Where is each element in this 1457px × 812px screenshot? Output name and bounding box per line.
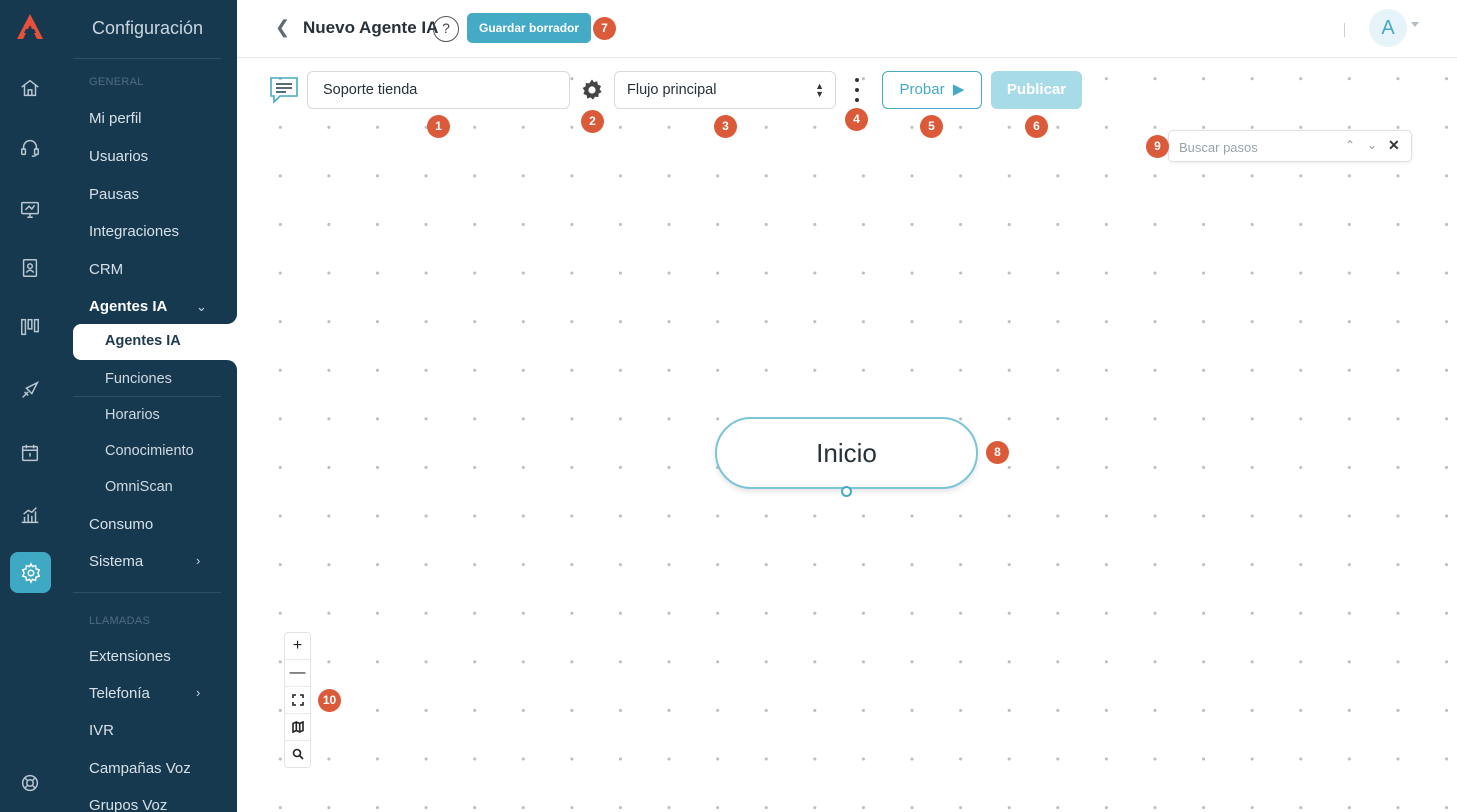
menu-item-telefonia[interactable]: Telefonía: [89, 685, 150, 702]
chevron-up-icon[interactable]: ⌃: [1345, 138, 1355, 152]
submenu-item-horarios[interactable]: Horarios: [105, 407, 160, 423]
contacts-icon[interactable]: [15, 253, 45, 283]
settings-menu: Configuración GENERAL Mi perfil Usuarios…: [60, 0, 237, 812]
campaign-icon[interactable]: [15, 375, 45, 405]
menu-item-campanas-voz[interactable]: Campañas Voz: [89, 760, 191, 777]
menu-divider: [73, 58, 221, 59]
help-icon[interactable]: ?: [433, 16, 459, 42]
section-llamadas: LLAMADAS: [89, 615, 151, 627]
step-badge-9: 9: [1146, 135, 1169, 158]
chevron-right-icon[interactable]: ›: [196, 685, 200, 700]
step-badge-10: 10: [318, 689, 341, 712]
avatar[interactable]: A: [1369, 9, 1407, 47]
save-draft-button[interactable]: Guardar borrador: [467, 13, 592, 43]
menu-item-crm[interactable]: CRM: [89, 261, 123, 278]
start-node[interactable]: Inicio: [715, 417, 978, 489]
step-badge-4: 4: [845, 108, 868, 131]
search-steps-box: ⌃ ⌄ ✕: [1168, 130, 1412, 162]
monitor-icon[interactable]: [15, 194, 45, 224]
zoom-out-icon[interactable]: —: [285, 660, 310, 687]
page-title: Nuevo Agente IA: [303, 18, 439, 37]
play-icon: ▶: [948, 81, 965, 98]
calendar-icon[interactable]: [15, 438, 45, 468]
menu-item-ivr[interactable]: IVR: [89, 722, 114, 739]
publish-button[interactable]: Publicar: [991, 71, 1082, 109]
fit-view-icon[interactable]: [285, 687, 310, 714]
step-badge-2: 2: [581, 110, 604, 133]
node-output-handle[interactable]: [841, 486, 852, 497]
kanban-icon[interactable]: [15, 312, 45, 342]
step-badge-6: 6: [1025, 115, 1048, 138]
icon-rail: [0, 0, 60, 812]
caret-down-icon[interactable]: [1411, 22, 1419, 27]
flow-select[interactable]: Flujo principal ▲ ▼: [614, 71, 836, 109]
zoom-in-icon[interactable]: +: [285, 633, 310, 660]
sort-arrows-icon: ▲ ▼: [815, 81, 824, 99]
settings-icon[interactable]: [10, 552, 51, 593]
headset-icon[interactable]: [15, 133, 45, 163]
back-arrow-icon[interactable]: ❮: [275, 17, 290, 38]
submenu-item-funciones[interactable]: Funciones: [105, 371, 172, 387]
gear-icon[interactable]: [580, 78, 604, 102]
search-icon[interactable]: [285, 741, 310, 768]
submenu-item-label: Agentes IA: [105, 333, 181, 349]
analytics-icon[interactable]: [15, 500, 45, 530]
test-button[interactable]: Probar ▶: [882, 71, 982, 109]
home-icon[interactable]: [15, 73, 45, 103]
menu-item-extensiones[interactable]: Extensiones: [89, 648, 171, 665]
chevron-down-icon[interactable]: ⌄: [196, 299, 207, 315]
menu-item-agentes-ia[interactable]: Agentes IA: [89, 298, 167, 315]
menu-item-consumo[interactable]: Consumo: [89, 516, 153, 533]
page-header: ❮ Nuevo Agente IA ? Guardar borrador A: [237, 0, 1457, 58]
step-badge-8: 8: [986, 441, 1009, 464]
chevron-down-icon[interactable]: ⌄: [1367, 138, 1377, 152]
test-button-label: Probar: [899, 81, 945, 98]
menu-item-grupos-voz[interactable]: Grupos Voz: [89, 797, 167, 812]
close-icon[interactable]: ✕: [1388, 137, 1400, 154]
menu-divider: [73, 396, 221, 397]
submenu-item-conocimiento[interactable]: Conocimiento: [105, 443, 194, 459]
menu-item-usuarios[interactable]: Usuarios: [89, 148, 148, 165]
minimap-icon[interactable]: [285, 714, 310, 741]
submenu-item-omniscan[interactable]: OmniScan: [105, 479, 173, 495]
search-steps-input[interactable]: [1179, 137, 1329, 157]
menu-item-mi-perfil[interactable]: Mi perfil: [89, 110, 142, 127]
help-lifebuoy-icon[interactable]: [15, 768, 45, 798]
app-logo[interactable]: [15, 12, 45, 42]
chat-icon: [270, 77, 298, 104]
step-badge-1: 1: [427, 115, 450, 138]
more-options-icon[interactable]: [848, 78, 866, 102]
chevron-right-icon[interactable]: ›: [196, 553, 200, 568]
menu-item-sistema[interactable]: Sistema: [89, 553, 143, 570]
menu-item-integraciones[interactable]: Integraciones: [89, 223, 179, 240]
menu-divider: [73, 592, 221, 593]
zoom-controls: + —: [284, 632, 311, 768]
section-general: GENERAL: [89, 76, 144, 88]
agent-name-input[interactable]: Soporte tienda: [307, 71, 570, 109]
step-badge-5: 5: [920, 115, 943, 138]
submenu-item-agentes-ia-active[interactable]: Agentes IA: [73, 324, 237, 360]
menu-title: Configuración: [92, 18, 204, 38]
step-badge-3: 3: [714, 115, 737, 138]
header-divider: [1344, 23, 1345, 37]
flow-select-value: Flujo principal: [627, 82, 717, 98]
menu-item-pausas[interactable]: Pausas: [89, 186, 139, 203]
step-badge-7: 7: [593, 17, 616, 40]
